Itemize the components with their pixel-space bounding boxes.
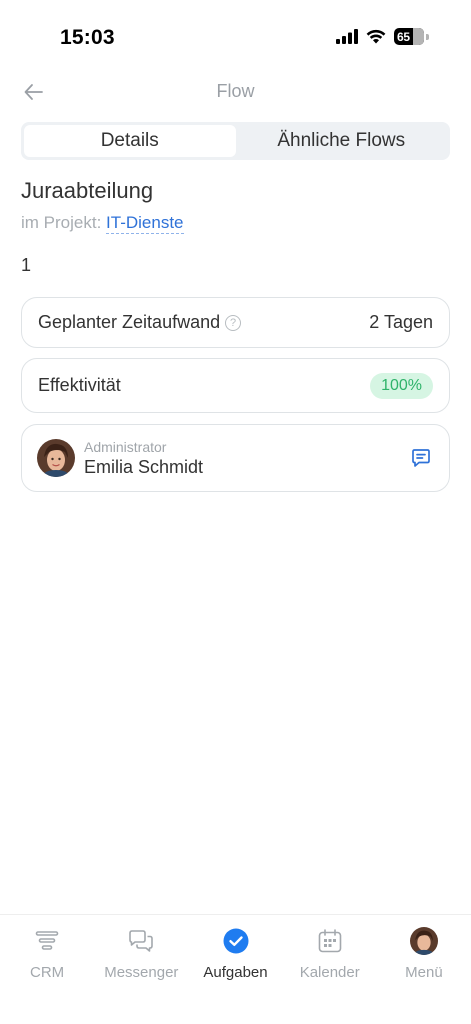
battery-level: 65	[397, 29, 410, 44]
cellular-signal-icon	[336, 29, 358, 44]
nav-label-messenger: Messenger	[104, 964, 179, 981]
administrator-card[interactable]: Administrator Emilia Schmidt	[21, 424, 450, 492]
calendar-icon	[316, 927, 344, 955]
project-prefix: im Projekt:	[21, 213, 102, 232]
wifi-icon	[366, 29, 386, 44]
status-bar: 15:03 65	[0, 0, 471, 70]
planned-time-label: Geplanter Zeitaufwand	[38, 312, 221, 332]
page-title: Flow	[216, 81, 255, 101]
check-circle-icon	[222, 927, 250, 955]
crm-funnel-icon	[33, 927, 61, 955]
project-line: im Projekt: IT-Dienste	[21, 213, 184, 234]
chat-bubbles-icon	[127, 927, 155, 955]
nav-label-calendar: Kalender	[299, 964, 360, 981]
admin-avatar	[37, 439, 75, 477]
nav-label-tasks: Aufgaben	[203, 964, 268, 981]
nav-item-messenger[interactable]: Messenger	[94, 915, 188, 1024]
effectiveness-badge: 100%	[370, 372, 433, 399]
nav-item-menu[interactable]: Menü	[377, 915, 471, 1024]
help-icon[interactable]: ?	[225, 314, 242, 331]
planned-time-card: Geplanter Zeitaufwand ? 2 Tagen	[21, 297, 450, 348]
segmented-tabs: Details Ähnliche Flows	[21, 122, 450, 160]
tab-details[interactable]: Details	[24, 125, 236, 157]
flow-details-screen: 15:03 65 Flow Details Ähnliche Flows Jur…	[0, 0, 471, 1024]
admin-role: Administrator	[84, 438, 167, 455]
battery-tip	[426, 33, 429, 40]
admin-name: Emilia Schmidt	[84, 456, 204, 477]
planned-time-value: 2 Tagen	[369, 312, 433, 332]
flow-name: Juraabteilung	[21, 178, 154, 203]
bottom-nav: CRM Messenger Aufgaben Kalender Menü	[0, 914, 471, 1024]
nav-item-calendar[interactable]: Kalender	[283, 915, 377, 1024]
status-icons: 65	[336, 28, 429, 45]
project-link[interactable]: IT-Dienste	[106, 213, 184, 234]
chat-icon[interactable]	[409, 446, 433, 470]
admin-text: Administrator Emilia Schmidt	[84, 439, 203, 478]
nav-item-crm[interactable]: CRM	[0, 915, 94, 1024]
flow-description: 1	[21, 255, 32, 275]
avatar-icon	[409, 927, 438, 955]
nav-label-crm: CRM	[30, 964, 65, 981]
nav-label-menu: Menü	[405, 964, 443, 981]
status-time: 15:03	[60, 26, 115, 49]
nav-item-tasks[interactable]: Aufgaben	[188, 915, 282, 1024]
battery-icon: 65	[394, 28, 424, 45]
effectiveness-card: Effektivität 100%	[21, 358, 450, 413]
effectiveness-label: Effektivität	[38, 375, 121, 395]
tab-similar-flows[interactable]: Ähnliche Flows	[236, 125, 448, 157]
